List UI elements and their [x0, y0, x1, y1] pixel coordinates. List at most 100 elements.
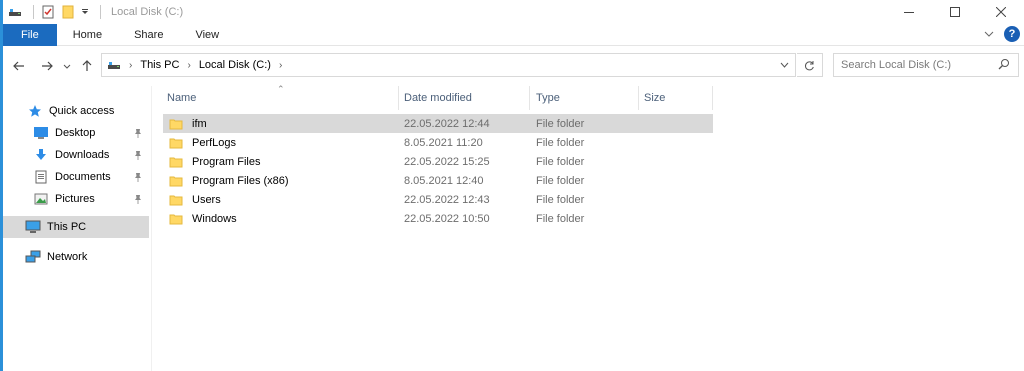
- back-button[interactable]: [9, 54, 29, 78]
- expand-ribbon-icon[interactable]: [982, 27, 996, 41]
- tab-file[interactable]: File: [3, 23, 57, 46]
- column-header-date[interactable]: Date modified: [396, 86, 527, 110]
- address-dropdown-icon[interactable]: [777, 58, 791, 72]
- table-row[interactable]: Windows 22.05.2022 10:50 File folder: [163, 209, 713, 228]
- folder-icon: [169, 213, 183, 225]
- file-date: 22.05.2022 15:25: [404, 155, 490, 168]
- drive-icon[interactable]: [7, 4, 23, 20]
- refresh-button[interactable]: [797, 53, 823, 77]
- nav-downloads-label: Downloads: [55, 149, 110, 161]
- nav-this-pc[interactable]: This PC: [3, 216, 149, 238]
- file-type: File folder: [536, 212, 585, 225]
- table-row[interactable]: Program Files 22.05.2022 15:25 File fold…: [163, 152, 713, 171]
- folder-icon: [169, 118, 183, 130]
- navigation-pane: Quick access Desktop Downloads Documents…: [3, 86, 149, 371]
- computer-icon: [25, 219, 41, 235]
- up-button[interactable]: [77, 54, 97, 78]
- drive-icon: [107, 59, 121, 71]
- file-type: File folder: [536, 174, 585, 187]
- pin-icon[interactable]: [133, 193, 143, 205]
- pin-icon[interactable]: [133, 171, 143, 183]
- explorer-window: Local Disk (C:) File Home Share View ? ›…: [0, 0, 1024, 371]
- documents-icon: [33, 169, 49, 185]
- breadcrumb-this-pc[interactable]: This PC: [140, 59, 179, 71]
- column-date-label: Date modified: [404, 92, 472, 104]
- help-icon[interactable]: ?: [1004, 26, 1020, 42]
- name-cell: PerfLogs: [169, 133, 236, 152]
- file-type: File folder: [536, 117, 585, 130]
- pictures-icon: [33, 191, 49, 207]
- search-placeholder: Search Local Disk (C:): [841, 59, 952, 71]
- minimize-button[interactable]: [886, 0, 932, 24]
- table-row[interactable]: Program Files (x86) 8.05.2021 12:40 File…: [163, 171, 713, 190]
- nav-desktop[interactable]: Desktop: [3, 122, 149, 144]
- column-header-type[interactable]: Type: [528, 86, 636, 110]
- up-arrow-icon: [82, 60, 92, 71]
- table-row[interactable]: Users 22.05.2022 12:43 File folder: [163, 190, 713, 209]
- tab-share[interactable]: Share: [118, 24, 179, 46]
- customize-qat-icon[interactable]: [80, 4, 90, 20]
- search-icon[interactable]: [998, 58, 1012, 72]
- table-row[interactable]: PerfLogs 8.05.2021 11:20 File folder: [163, 133, 713, 152]
- nav-this-pc-label: This PC: [47, 221, 87, 233]
- tab-view[interactable]: View: [179, 24, 235, 46]
- nav-documents[interactable]: Documents: [3, 166, 149, 188]
- nav-quick-access[interactable]: Quick access: [3, 100, 149, 122]
- breadcrumb-chevron-icon[interactable]: ›: [279, 60, 282, 71]
- file-date: 22.05.2022 12:43: [404, 193, 490, 206]
- desktop-icon: [33, 125, 49, 141]
- folder-icon: [169, 156, 183, 168]
- file-date: 22.05.2022 12:44: [404, 117, 490, 130]
- pin-icon[interactable]: [133, 127, 143, 139]
- file-date: 8.05.2021 12:40: [404, 174, 484, 187]
- column-type-label: Type: [536, 92, 560, 104]
- name-cell: Program Files: [169, 152, 260, 171]
- minimize-icon: [904, 12, 914, 13]
- column-header-size[interactable]: Size: [636, 86, 711, 110]
- column-header-name[interactable]: Name: [159, 86, 399, 110]
- network-icon: [25, 249, 41, 265]
- properties-icon[interactable]: [40, 4, 56, 20]
- window-controls: [886, 0, 1024, 24]
- file-name: Windows: [192, 212, 237, 225]
- refresh-icon: [804, 60, 814, 70]
- nav-network[interactable]: Network: [3, 246, 149, 268]
- recent-locations-button[interactable]: [61, 54, 73, 78]
- search-input[interactable]: Search Local Disk (C:): [833, 53, 1019, 77]
- tab-home[interactable]: Home: [57, 24, 118, 46]
- nav-downloads[interactable]: Downloads: [3, 144, 149, 166]
- pin-icon[interactable]: [133, 149, 143, 161]
- file-date: 8.05.2021 11:20: [404, 136, 483, 149]
- breadcrumb-chevron-icon[interactable]: ›: [187, 60, 190, 71]
- breadcrumb-chevron-icon[interactable]: ›: [129, 60, 132, 71]
- chevron-down-icon: [63, 64, 71, 69]
- maximize-button[interactable]: [932, 0, 978, 24]
- column-divider[interactable]: [712, 86, 713, 110]
- name-cell: Windows: [169, 209, 237, 228]
- table-row[interactable]: ifm 22.05.2022 12:44 File folder: [163, 114, 713, 133]
- address-bar[interactable]: › This PC › Local Disk (C:) ›: [101, 53, 796, 77]
- nav-quick-access-label: Quick access: [49, 105, 115, 117]
- star-icon: [27, 103, 43, 119]
- forward-button[interactable]: [37, 54, 57, 78]
- title-bar: Local Disk (C:): [3, 0, 1024, 24]
- quick-access-toolbar: [3, 0, 107, 24]
- maximize-icon: [950, 7, 960, 17]
- pane-divider[interactable]: [151, 86, 152, 371]
- new-folder-icon[interactable]: [60, 4, 76, 20]
- nav-network-label: Network: [47, 251, 88, 263]
- nav-pictures[interactable]: Pictures: [3, 188, 149, 210]
- breadcrumb-local-disk[interactable]: Local Disk (C:): [199, 59, 271, 71]
- column-name-label: Name: [167, 92, 197, 104]
- close-icon: [996, 7, 1006, 17]
- downloads-icon: [33, 147, 49, 163]
- file-name: Users: [192, 193, 221, 206]
- name-cell: ifm: [169, 114, 207, 133]
- back-arrow-icon: [13, 61, 24, 71]
- file-date: 22.05.2022 10:50: [404, 212, 490, 225]
- nav-pictures-label: Pictures: [55, 193, 95, 205]
- close-button[interactable]: [978, 0, 1024, 24]
- address-row: › This PC › Local Disk (C:) › Search Loc…: [3, 46, 1024, 86]
- file-type: File folder: [536, 193, 585, 206]
- file-type: File folder: [536, 136, 585, 149]
